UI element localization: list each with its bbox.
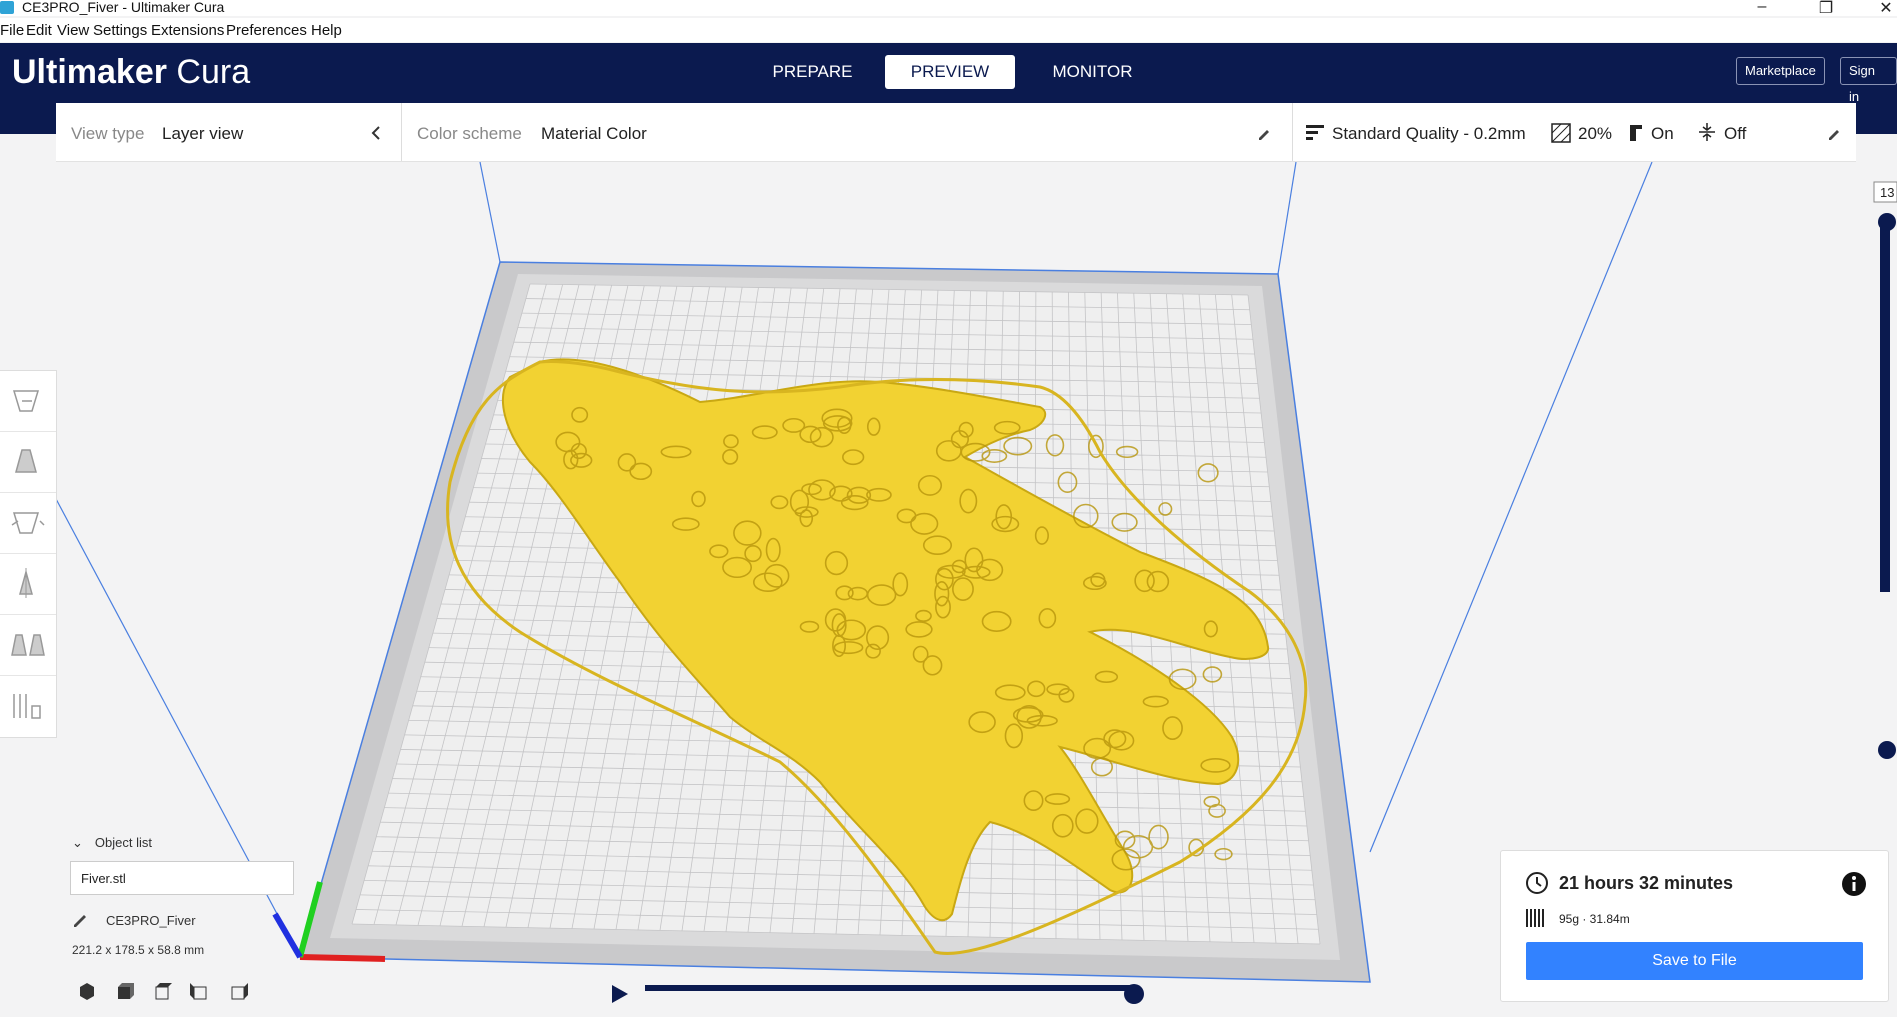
- play-icon[interactable]: [610, 983, 630, 1005]
- view-type-label: View type: [71, 124, 145, 143]
- per-model-settings-tool[interactable]: [0, 615, 56, 676]
- menu-edit[interactable]: Edit: [26, 22, 52, 39]
- mirror-tool[interactable]: [0, 554, 56, 615]
- support-blocker-tool[interactable]: [0, 676, 56, 736]
- quality-sliders-icon: [1306, 125, 1324, 140]
- move-icon: [12, 390, 40, 412]
- color-scheme-value[interactable]: Material Color: [541, 124, 647, 144]
- stage-prepare[interactable]: PREPARE: [760, 55, 865, 89]
- move-tool[interactable]: [0, 371, 56, 432]
- stage-preview[interactable]: PREVIEW: [885, 55, 1015, 89]
- view-type-value[interactable]: Layer view: [162, 124, 243, 144]
- left-tool-panel: [0, 370, 57, 738]
- support-icon: [1630, 125, 1642, 141]
- clock-icon: [1526, 872, 1548, 894]
- print-time: 21 hours 32 minutes: [1559, 873, 1734, 893]
- close-button[interactable]: ✕: [1866, 0, 1897, 18]
- cura-app-icon: [0, 1, 14, 14]
- support-value[interactable]: On: [1651, 124, 1674, 144]
- save-to-file-button[interactable]: Save to File: [1526, 942, 1863, 980]
- material-usage: 95g · 31.84m: [1559, 912, 1630, 926]
- layer-slider-bottom-handle[interactable]: [1878, 741, 1896, 759]
- model-dimensions: 221.2 x 178.5 x 58.8 mm: [72, 943, 205, 957]
- logo-bold: Ultimaker: [12, 53, 167, 91]
- top-view-icon[interactable]: [155, 983, 172, 1000]
- menu-file[interactable]: File: [0, 22, 24, 39]
- chevron-down-icon: ⌄: [72, 835, 83, 850]
- marketplace-button[interactable]: Marketplace: [1736, 57, 1825, 85]
- color-scheme-label: Color scheme: [417, 124, 522, 143]
- menu-help[interactable]: Help: [311, 22, 342, 39]
- window-titlebar: CE3PRO_Fiver - Ultimaker Cura – ❐ ✕: [0, 0, 1897, 18]
- filament-spool-icon: [1526, 909, 1544, 927]
- scale-icon: [15, 449, 37, 473]
- front-view-icon[interactable]: [118, 983, 134, 999]
- rotate-icon: [11, 512, 45, 534]
- 3d-view-icon[interactable]: [80, 983, 94, 1000]
- per-model-settings-icon: [11, 634, 45, 656]
- toolbar-divider: [1292, 103, 1293, 161]
- stage-monitor[interactable]: MONITOR: [1040, 55, 1145, 89]
- menu-view[interactable]: View: [57, 22, 89, 39]
- menu-bar: File Edit View Settings Extensions Prefe…: [0, 18, 1897, 42]
- machine-name: CE3PRO_Fiver: [106, 913, 196, 928]
- pencil-icon[interactable]: [1256, 125, 1272, 141]
- menu-extensions[interactable]: Extensions: [151, 22, 224, 39]
- infill-icon: [1551, 123, 1571, 143]
- scale-tool[interactable]: [0, 432, 56, 493]
- menu-preferences[interactable]: Preferences: [226, 22, 307, 39]
- object-list-title: Object list: [94, 835, 152, 850]
- logo-light: Cura: [176, 53, 251, 91]
- view-toolbar: View type Layer view Color scheme Materi…: [56, 103, 1856, 162]
- infill-value[interactable]: 20%: [1578, 124, 1612, 144]
- minimize-button[interactable]: –: [1742, 0, 1782, 16]
- layer-progress-slider[interactable]: [645, 985, 1135, 991]
- menu-settings[interactable]: Settings: [93, 22, 147, 39]
- print-info-panel: 21 hours 32 minutes 95g · 31.84m Save to…: [1500, 850, 1889, 1002]
- current-layer-label: 13: [1880, 185, 1894, 200]
- pencil-icon[interactable]: [72, 911, 90, 929]
- window-title: CE3PRO_Fiver - Ultimaker Cura: [22, 0, 225, 15]
- maximize-button[interactable]: ❐: [1806, 0, 1846, 18]
- sign-in-button[interactable]: Sign in: [1840, 57, 1897, 104]
- pencil-icon[interactable]: [1826, 125, 1842, 141]
- chevron-left-icon[interactable]: [370, 125, 382, 141]
- layer-slider-handle[interactable]: [1124, 984, 1144, 1004]
- ultimaker-cura-logo: Ultimaker Cura: [12, 53, 250, 92]
- layer-range-slider[interactable]: 13: [1873, 181, 1897, 759]
- left-view-icon[interactable]: [190, 983, 207, 1000]
- support-blocker-icon: [13, 694, 41, 719]
- rotate-tool[interactable]: [0, 493, 56, 554]
- right-view-icon[interactable]: [231, 983, 248, 1000]
- quality-profile[interactable]: Standard Quality - 0.2mm: [1332, 124, 1526, 144]
- info-icon[interactable]: [1841, 871, 1867, 897]
- toolbar-divider: [401, 103, 402, 161]
- layer-slider-top-handle[interactable]: [1878, 213, 1896, 231]
- adhesion-value[interactable]: Off: [1724, 124, 1746, 144]
- camera-view-buttons: [76, 981, 266, 1008]
- adhesion-icon: [1699, 123, 1715, 141]
- object-list-item[interactable]: Fiver.stl: [70, 861, 294, 895]
- mirror-icon: [19, 568, 33, 598]
- object-list-header[interactable]: ⌄ Object list: [72, 835, 152, 851]
